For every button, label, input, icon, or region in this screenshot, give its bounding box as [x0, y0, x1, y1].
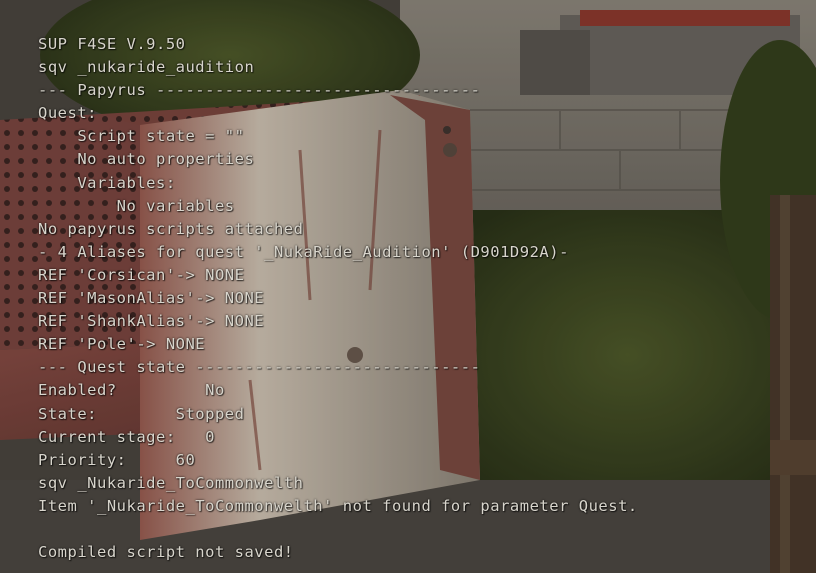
console-line: No auto properties [38, 150, 255, 169]
console-line: Variables: [38, 173, 176, 192]
console-line: SUP F4SE V.9.50 [38, 35, 186, 53]
console-line: Compiled script not saved! [38, 543, 294, 562]
console-line: Enabled? No [38, 381, 225, 400]
console-line: Item '_Nukaride_ToCommonwelth' not found… [38, 496, 638, 515]
console-line: REF 'Corsican'-> NONE [38, 265, 245, 284]
console-line: Script state = "" [38, 127, 245, 146]
console-line: REF 'ShankAlias'-> NONE [38, 312, 265, 331]
console-line: No variables [38, 196, 235, 215]
console-line: sqv _nukaride_audition [38, 58, 255, 77]
console-line: REF 'Pole'-> NONE [38, 335, 206, 354]
console-line: Priority: 60 [38, 450, 196, 469]
console-line: sqv _Nukaride_ToCommonwelth [38, 473, 304, 492]
console-line: Quest: [38, 104, 97, 123]
console-output: SUP F4SE V.9.50 sqv _nukaride_audition ---… [38, 33, 638, 564]
console-line: State: Stopped [38, 404, 245, 423]
console-line: --- Quest state ------------------------… [38, 358, 481, 377]
console-line: - 4 Aliases for quest '_NukaRide_Auditio… [38, 242, 569, 261]
console-line: --- Papyrus ----------------------------… [38, 81, 481, 100]
console-line: REF 'MasonAlias'-> NONE [38, 289, 265, 308]
console-line: Current stage: 0 [38, 427, 215, 446]
console-line: No papyrus scripts attached [38, 219, 304, 238]
